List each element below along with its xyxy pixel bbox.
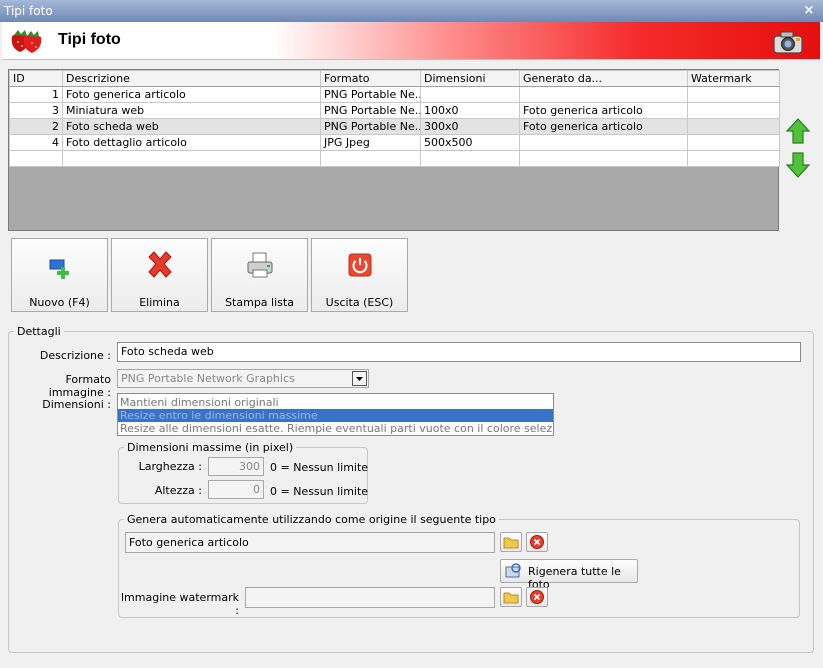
list-item[interactable]: Mantieni dimensioni originali <box>118 396 553 409</box>
watermark-label: Immagine watermark : <box>120 591 239 617</box>
cell-empty <box>519 150 688 167</box>
print-button-label: Stampa lista <box>225 296 294 309</box>
remove-circle-icon <box>530 535 544 549</box>
cell-formato: PNG Portable Ne... <box>320 118 421 135</box>
max-dimensions-legend: Dimensioni massime (in pixel) <box>124 441 297 454</box>
power-icon <box>348 253 372 277</box>
column-header-formato[interactable]: Formato <box>320 70 421 87</box>
cell-formato: JPG Jpeg <box>320 134 421 151</box>
cell-id: 4 <box>9 134 63 151</box>
formato-select[interactable]: PNG Portable Network Graphics <box>117 369 369 388</box>
clear-watermark-button[interactable] <box>526 587 548 607</box>
folder-icon <box>503 537 519 549</box>
cell-watermark <box>687 86 780 103</box>
cell-empty <box>687 150 780 167</box>
details-legend: Dettagli <box>14 325 64 338</box>
cell-id: 3 <box>9 102 63 119</box>
refresh-photos-icon <box>505 563 521 578</box>
dropdown-button[interactable] <box>352 371 367 386</box>
header-title: Tipi foto <box>58 31 121 48</box>
remove-circle-icon <box>530 590 544 604</box>
descrizione-label: Descrizione : <box>39 349 111 362</box>
cell-generato <box>519 134 688 151</box>
photo-types-grid[interactable]: ID Descrizione Formato Dimensioni Genera… <box>8 69 780 231</box>
cell-descrizione: Foto scheda web <box>62 118 321 135</box>
cell-dimensioni <box>420 86 520 103</box>
exit-button[interactable]: Uscita (ESC) <box>311 238 408 312</box>
photo-types-table: ID Descrizione Formato Dimensioni Genera… <box>9 70 780 167</box>
close-icon[interactable]: × <box>803 0 815 22</box>
new-button[interactable]: Nuovo (F4) <box>11 238 108 312</box>
delete-button[interactable]: Elimina <box>111 238 208 312</box>
genera-legend: Genera automaticamente utilizzando come … <box>124 513 499 526</box>
cell-empty <box>320 150 421 167</box>
watermark-input[interactable] <box>245 587 495 608</box>
table-header-row: ID Descrizione Formato Dimensioni Genera… <box>9 70 780 87</box>
cell-descrizione: Foto generica articolo <box>62 86 321 103</box>
cell-empty <box>420 150 520 167</box>
move-down-arrow-icon[interactable] <box>785 151 811 179</box>
formato-select-value: PNG Portable Network Graphics <box>121 372 295 385</box>
exit-button-label: Uscita (ESC) <box>325 296 394 309</box>
column-header-dimensioni[interactable]: Dimensioni <box>420 70 520 87</box>
table-row-selected[interactable]: 2 Foto scheda web PNG Portable Ne... 300… <box>9 118 780 135</box>
header-band <box>2 22 820 60</box>
printer-icon <box>247 252 273 278</box>
window-title-bar: Tipi foto <box>0 0 823 22</box>
cell-empty <box>9 150 63 167</box>
larghezza-hint: 0 = Nessun limite <box>270 461 369 474</box>
move-up-arrow-icon[interactable] <box>785 117 811 145</box>
folder-icon <box>503 592 519 604</box>
cell-formato: PNG Portable Ne... <box>320 102 421 119</box>
larghezza-label: Larghezza : <box>138 460 202 473</box>
print-button[interactable]: Stampa lista <box>211 238 308 312</box>
camera-icon <box>773 31 803 54</box>
dimensioni-label: Dimensioni : <box>42 398 111 411</box>
column-header-id[interactable]: ID <box>9 70 63 87</box>
formato-label: Formato immagine : <box>48 373 111 399</box>
rigenera-button[interactable]: Rigenera tutte le foto <box>500 559 638 591</box>
cell-watermark <box>687 118 780 135</box>
cell-watermark <box>687 134 780 151</box>
list-item[interactable]: Resize alle dimensioni esatte. Riempie e… <box>118 422 553 435</box>
cell-dimensioni: 500x500 <box>420 134 520 151</box>
cell-watermark <box>687 102 780 119</box>
dimensioni-listbox[interactable]: Mantieni dimensioni originali Resize ent… <box>117 393 554 436</box>
window-title: Tipi foto <box>4 4 53 18</box>
cell-generato: Foto generica articolo <box>519 118 688 135</box>
cell-dimensioni: 100x0 <box>420 102 520 119</box>
cell-id: 2 <box>9 118 63 135</box>
table-row-new[interactable] <box>9 150 780 167</box>
clear-origine-button[interactable] <box>526 532 548 552</box>
larghezza-input[interactable]: 300 <box>208 457 264 476</box>
cell-empty <box>62 150 321 167</box>
column-header-watermark[interactable]: Watermark <box>687 70 780 87</box>
altezza-input[interactable]: 0 <box>208 480 264 499</box>
column-header-descrizione[interactable]: Descrizione <box>62 70 321 87</box>
new-record-icon <box>49 259 69 279</box>
table-row[interactable]: 3 Miniatura web PNG Portable Ne... 100x0… <box>9 102 780 119</box>
column-header-generato[interactable]: Generato da... <box>519 70 688 87</box>
new-button-label: Nuovo (F4) <box>29 296 90 309</box>
cell-generato <box>519 86 688 103</box>
origine-input[interactable]: Foto generica articolo <box>125 532 495 553</box>
browse-origine-button[interactable] <box>500 532 522 552</box>
chevron-down-icon <box>356 377 363 381</box>
cell-id: 1 <box>9 86 63 103</box>
cell-generato: Foto generica articolo <box>519 102 688 119</box>
cell-formato: PNG Portable Ne... <box>320 86 421 103</box>
cell-descrizione: Foto dettaglio articolo <box>62 134 321 151</box>
strawberries-icon <box>11 30 42 53</box>
delete-x-icon <box>148 251 172 278</box>
table-row[interactable]: 4 Foto dettaglio articolo JPG Jpeg 500x5… <box>9 134 780 151</box>
delete-button-label: Elimina <box>139 296 180 309</box>
table-row[interactable]: 1 Foto generica articolo PNG Portable Ne… <box>9 86 780 103</box>
descrizione-input[interactable]: Foto scheda web <box>117 342 801 362</box>
altezza-hint: 0 = Nessun limite <box>270 485 369 498</box>
cell-descrizione: Miniatura web <box>62 102 321 119</box>
cell-dimensioni: 300x0 <box>420 118 520 135</box>
altezza-label: Altezza : <box>154 484 202 497</box>
list-item-selected[interactable]: Resize entro le dimensioni massime <box>118 409 553 422</box>
browse-watermark-button[interactable] <box>500 587 522 607</box>
